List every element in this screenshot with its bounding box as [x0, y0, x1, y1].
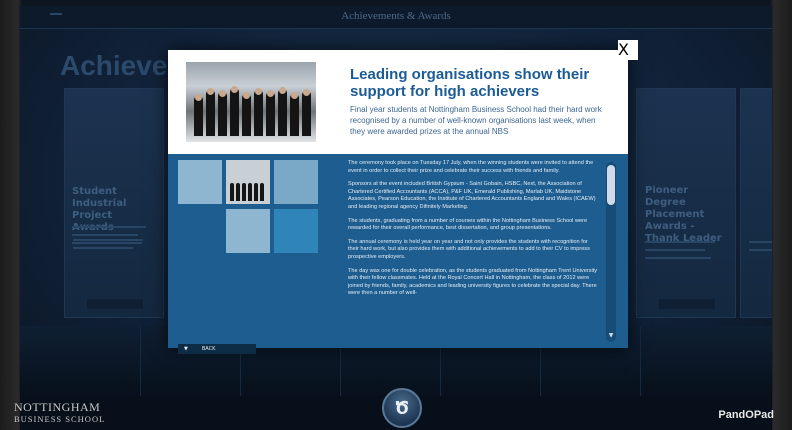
bg-card-button[interactable]: [659, 299, 715, 309]
back-button[interactable]: ▼ BACK: [178, 344, 256, 354]
gallery-thumbnail[interactable]: [178, 160, 222, 204]
top-bar: Achievements & Awards: [20, 6, 772, 29]
section-title: Achievements & Awards: [341, 10, 451, 22]
article-paragraph: The students, graduating from a number o…: [348, 217, 588, 232]
close-icon: X: [618, 40, 629, 59]
gallery-thumbnail[interactable]: [226, 209, 270, 253]
bg-card[interactable]: Pioneer Degree Placement Awards - Thank …: [636, 88, 736, 318]
scroll-down-icon[interactable]: ▼: [607, 332, 615, 340]
scrollbar[interactable]: ▼: [606, 162, 616, 342]
caret-down-icon: ▼: [184, 346, 188, 352]
article-panel: The ceremony took place on Tuesday 17 Ju…: [168, 154, 628, 354]
gallery-thumbnail[interactable]: [274, 160, 318, 204]
article-paragraph: The day was one for double celebration, …: [348, 267, 598, 297]
article-body: The ceremony took place on Tuesday 17 Ju…: [348, 160, 598, 340]
article-paragraph: The annual ceremony is held year on year…: [348, 238, 590, 260]
article-lead: Final year students at Nottingham Busine…: [350, 105, 602, 136]
article-paragraph: The ceremony took place on Tuesday 17 Ju…: [348, 160, 594, 174]
close-button[interactable]: X: [618, 40, 638, 60]
gallery-thumbnail[interactable]: [274, 209, 318, 253]
scrollbar-thumb[interactable]: [607, 165, 615, 205]
brand-logo: PandOPad: [718, 409, 774, 421]
article-title: Leading organisations show their support…: [350, 66, 590, 100]
hero-photo: [186, 62, 316, 142]
home-icon: Ծ: [394, 397, 410, 419]
school-logo: NOTTINGHAM BUSINESS SCHOOL: [14, 400, 106, 424]
home-button[interactable]: Ծ: [382, 388, 422, 428]
bg-card-text: Student Industrial Project Awards: [64, 166, 162, 316]
article-modal: Leading organisations show their support…: [168, 50, 628, 354]
bg-card-partial[interactable]: [740, 88, 772, 318]
bg-card-title: Pioneer Degree Placement Awards - Thank …: [645, 185, 722, 244]
article-paragraph: Sponsors at the event included British G…: [348, 181, 596, 210]
gallery-thumbnail-photo[interactable]: [226, 160, 270, 204]
